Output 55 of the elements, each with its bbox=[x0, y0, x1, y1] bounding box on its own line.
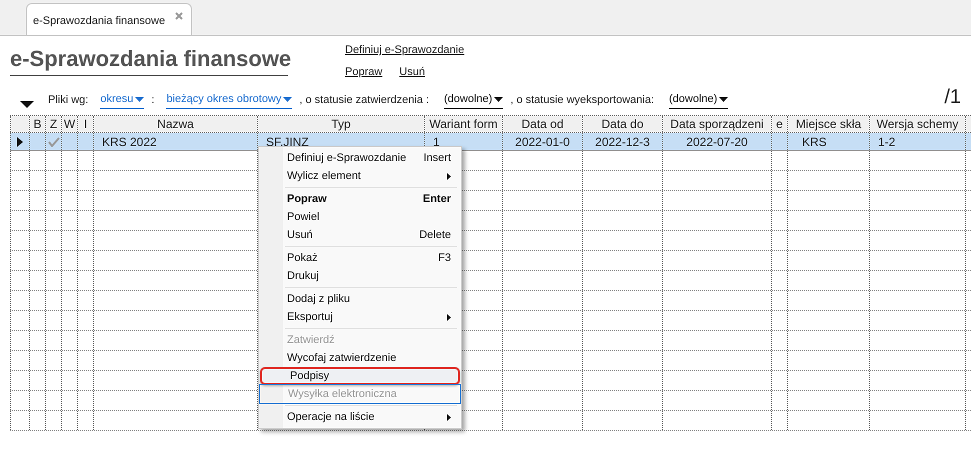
page-title[interactable]: e-Sprawozdania finansowe bbox=[10, 42, 292, 75]
table-cell: 2022-12-3 bbox=[595, 134, 650, 150]
submenu-arrow-icon bbox=[447, 414, 451, 420]
table-cell-text: KRS 2022 bbox=[101, 134, 157, 150]
menu-item[interactable]: Wycofaj zatwierdzenie bbox=[259, 349, 461, 367]
action-link[interactable]: Popraw bbox=[345, 64, 382, 80]
column-header[interactable]: Z bbox=[46, 116, 62, 132]
submenu-arrow-icon bbox=[447, 172, 451, 180]
table-cell-text: 1-2 bbox=[877, 134, 896, 150]
column-header[interactable]: Miejsce skła bbox=[788, 116, 870, 132]
table-cell-text: 1 bbox=[432, 134, 440, 150]
filter-label: Pliki wg: bbox=[48, 92, 88, 108]
column-header[interactable]: Typ bbox=[258, 116, 425, 132]
filter-label: : bbox=[151, 92, 154, 108]
column-header[interactable]: Wersja schemy bbox=[870, 116, 966, 132]
caret-icon[interactable] bbox=[719, 97, 728, 102]
table-cell: 2022-01-0 bbox=[515, 134, 570, 150]
menu-item[interactable]: Powiel bbox=[259, 208, 461, 226]
table-row[interactable]: KRS 2022 SF.JINZ 1 2022-01-0 2022-12-3 2022-07-20 KRS 1-2 bbox=[10, 133, 971, 151]
action-link[interactable]: Definiuj e-Sprawozdanie bbox=[345, 44, 464, 56]
close-icon[interactable] bbox=[175, 12, 183, 20]
menu-item[interactable]: Wylicz element bbox=[259, 167, 461, 185]
submenu-arrow-icon bbox=[447, 314, 451, 320]
page-count: /1 bbox=[944, 85, 961, 110]
action-link[interactable]: Usuń bbox=[399, 64, 425, 80]
column-header[interactable]: B bbox=[30, 116, 46, 132]
menu-item[interactable]: Definiuj e-Sprawozdanie Insert bbox=[259, 149, 461, 167]
column-header[interactable]: Wariant form bbox=[425, 116, 503, 132]
column-header[interactable]: I bbox=[78, 116, 94, 132]
column-header[interactable]: Data do bbox=[583, 116, 663, 132]
filter-label: , o statusie wyeksportowania: bbox=[510, 92, 654, 108]
menu-item[interactable]: Pokaż F3 bbox=[259, 249, 461, 267]
filter-dropdown[interactable]: okresu bbox=[100, 91, 144, 109]
column-header[interactable]: Data sporządzeni bbox=[663, 116, 772, 132]
table-cell-text: KRS bbox=[801, 134, 827, 150]
menu-item[interactable]: Usuń Delete bbox=[259, 226, 461, 244]
menu-item[interactable]: Dodaj z pliku bbox=[259, 290, 461, 308]
menu-item[interactable]: Popraw Enter bbox=[259, 190, 461, 208]
column-header[interactable]: Data od bbox=[503, 116, 583, 132]
expand-icon[interactable] bbox=[20, 101, 34, 109]
column-header[interactable]: W bbox=[62, 116, 78, 132]
filter-label: , o statusie zatwierdzenia : bbox=[299, 92, 430, 108]
menu-item[interactable]: Podpisy bbox=[260, 367, 460, 385]
menu-item[interactable]: Operacje na liście bbox=[259, 408, 461, 426]
column-header[interactable]: Nazwa bbox=[94, 116, 258, 132]
caret-icon[interactable] bbox=[494, 97, 504, 102]
column-header[interactable]: e bbox=[772, 116, 788, 132]
filter-dropdown[interactable]: bieżący okres obrotowy bbox=[166, 91, 292, 109]
menu-item[interactable]: Eksportuj bbox=[259, 308, 461, 326]
table-cell-text: SF.JINZ bbox=[265, 134, 309, 150]
tab[interactable]: e-Sprawozdania finansowe bbox=[26, 3, 192, 35]
filter-dropdown[interactable]: (dowolne) bbox=[669, 91, 728, 109]
table-cell: 2022-07-20 bbox=[686, 134, 748, 150]
filter-dropdown[interactable]: (dowolne) bbox=[444, 91, 504, 109]
menu-item[interactable]: Drukuj bbox=[259, 267, 461, 285]
